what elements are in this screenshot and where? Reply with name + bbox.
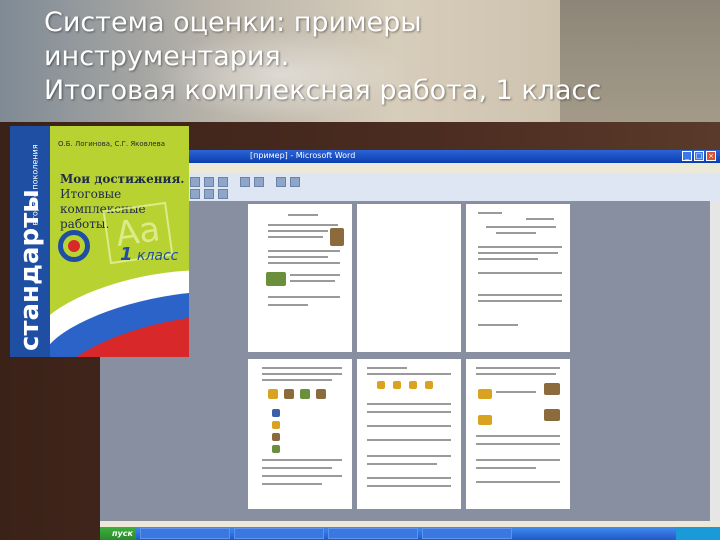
document-page bbox=[248, 359, 352, 509]
vertical-scrollbar[interactable] bbox=[710, 201, 720, 521]
maximize-icon[interactable]: □ bbox=[694, 151, 704, 161]
toolbar-button-icon[interactable] bbox=[204, 189, 214, 199]
series-logo-dot bbox=[68, 240, 80, 252]
word-toolbar[interactable] bbox=[100, 173, 720, 202]
taskbar-item[interactable] bbox=[422, 528, 512, 539]
book-title-line-1: Мои достижения. bbox=[60, 172, 185, 186]
toolbar-button-icon[interactable] bbox=[240, 177, 250, 187]
document-page bbox=[466, 204, 570, 352]
toolbar-button-icon[interactable] bbox=[218, 177, 228, 187]
taskbar-item[interactable] bbox=[234, 528, 324, 539]
start-button[interactable]: пуск bbox=[100, 527, 136, 540]
book-authors: О.Б. Логинова, С.Г. Яковлева bbox=[58, 140, 166, 148]
taskbar-item[interactable] bbox=[140, 528, 230, 539]
word-titlebar: [пример] - Microsoft Word _ □ × bbox=[100, 150, 720, 163]
document-canvas bbox=[100, 201, 710, 521]
series-subtitle: второго поколения bbox=[30, 144, 40, 226]
document-page bbox=[248, 204, 352, 352]
slide-title-line-2: инструментария. bbox=[44, 41, 290, 72]
document-page bbox=[466, 359, 570, 509]
toolbar-button-icon[interactable] bbox=[190, 189, 200, 199]
toolbar-button-icon[interactable] bbox=[190, 177, 200, 187]
book-grade: 1 класс bbox=[120, 244, 178, 265]
taskbar: пуск bbox=[100, 527, 720, 540]
book-title-line-2: Итоговые bbox=[60, 187, 122, 201]
grade-number: 1 bbox=[120, 244, 133, 265]
word-window-screenshot: [пример] - Microsoft Word _ □ × bbox=[100, 150, 720, 540]
slide-title-line-1: Система оценки: примеры bbox=[44, 7, 422, 38]
slide-title: Система оценки: примеры инструментария. … bbox=[44, 6, 684, 108]
word-window-title: [пример] - Microsoft Word bbox=[250, 151, 356, 160]
toolbar-button-icon[interactable] bbox=[218, 189, 228, 199]
toolbar-button-icon[interactable] bbox=[204, 177, 214, 187]
document-page bbox=[357, 359, 461, 509]
taskbar-item[interactable] bbox=[328, 528, 418, 539]
close-icon[interactable]: × bbox=[706, 151, 716, 161]
book-cover: стандарты второго поколения О.Б. Логинов… bbox=[10, 126, 189, 357]
system-tray bbox=[676, 527, 720, 540]
grade-word: класс bbox=[136, 248, 179, 264]
toolbar-button-icon[interactable] bbox=[290, 177, 300, 187]
word-menubar[interactable] bbox=[100, 163, 720, 173]
toolbar-button-icon[interactable] bbox=[254, 177, 264, 187]
document-page bbox=[357, 204, 461, 352]
slide-title-line-3: Итоговая комплексная работа, 1 класс bbox=[44, 75, 602, 106]
minimize-icon[interactable]: _ bbox=[682, 151, 692, 161]
toolbar-button-icon[interactable] bbox=[276, 177, 286, 187]
